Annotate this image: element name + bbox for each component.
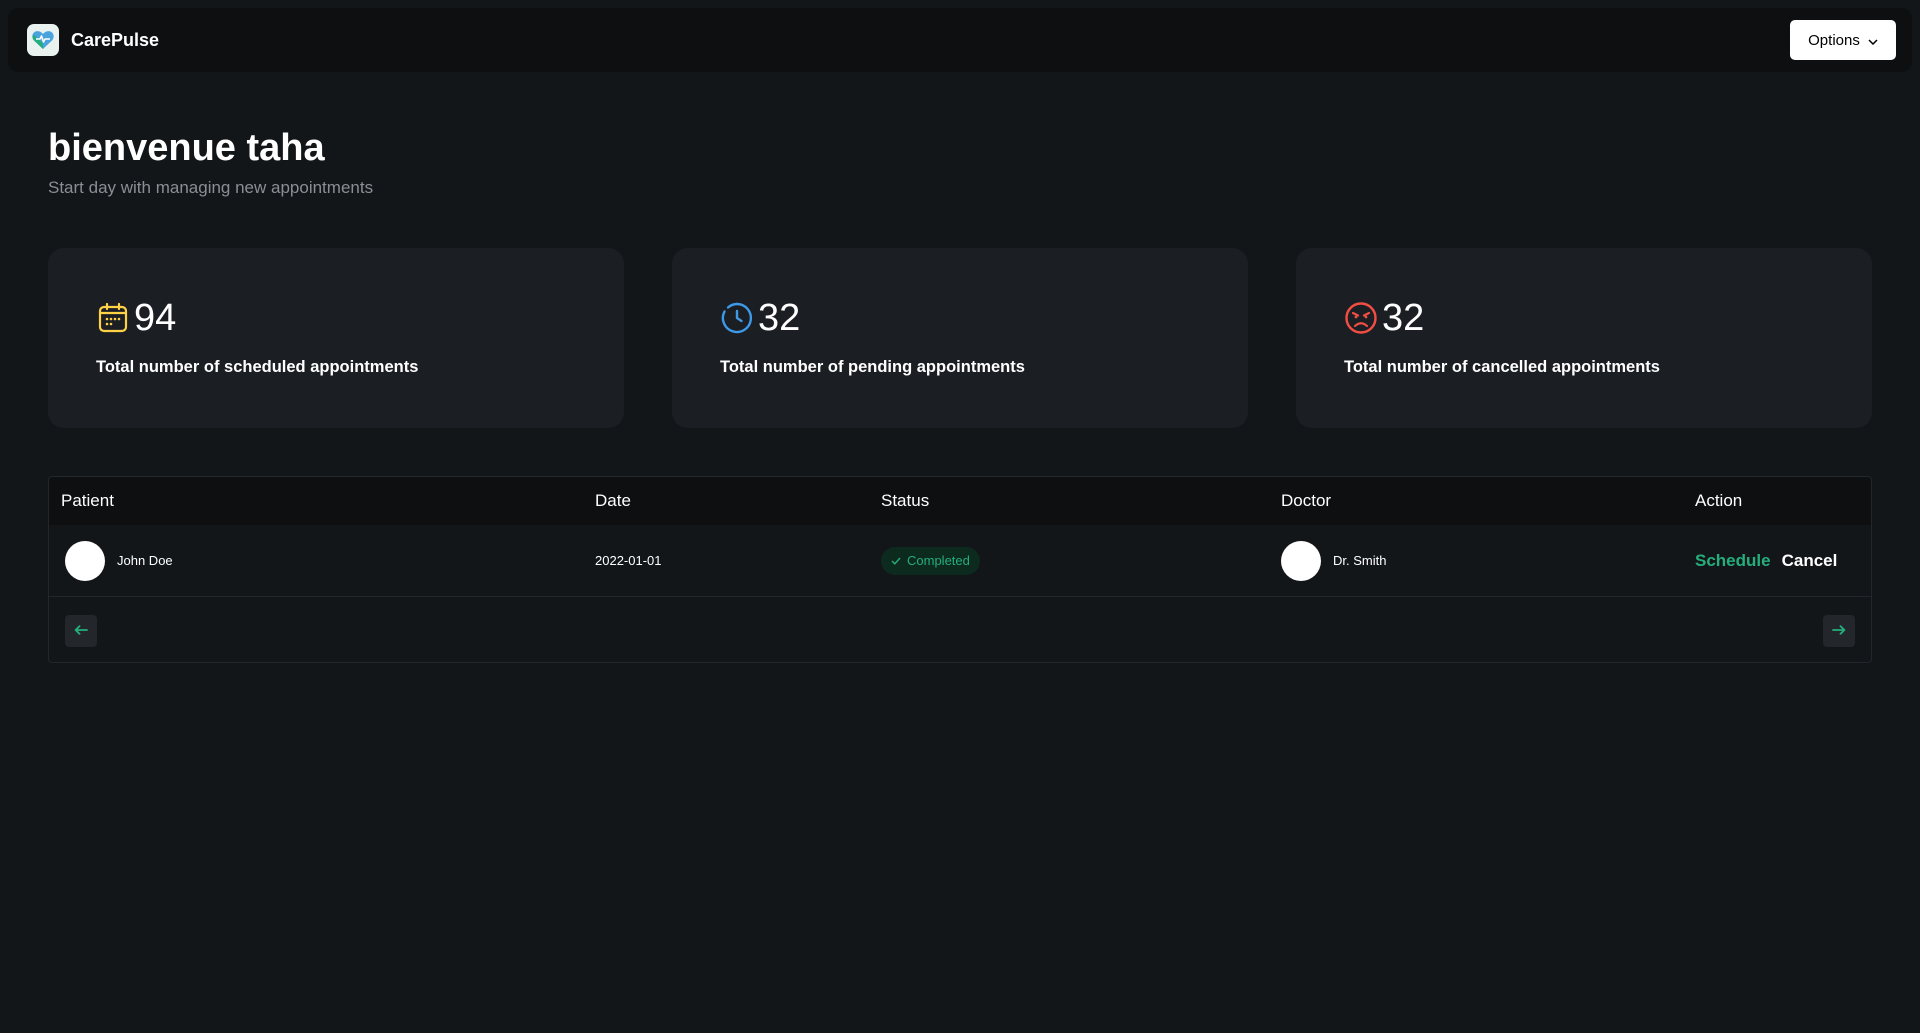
stat-label: Total number of pending appointments [720,358,1025,376]
stat-label: Total number of scheduled appointments [96,358,419,376]
carepulse-logo-icon [27,24,59,56]
options-label: Options [1808,31,1860,49]
stat-card-cancelled: 32 Total number of cancelled appointment… [1296,248,1872,428]
patient-avatar [65,540,105,581]
action-cell: Schedule Cancel [1695,525,1837,596]
stat-card-scheduled: 94 Total number of scheduled appointment… [48,248,624,428]
arrow-left-icon [74,622,88,640]
arrow-right-icon [1832,622,1846,640]
date-cell: 2022-01-01 [595,525,662,596]
table-header: Patient Date Status Doctor Action [49,477,1871,525]
patient-name: John Doe [117,553,173,568]
calendar-icon [96,301,130,335]
status-badge: Completed [881,546,980,575]
next-page-button[interactable] [1823,615,1855,647]
options-button[interactable]: Options [1790,20,1896,60]
status-text: Completed [907,553,970,568]
doctor-name: Dr. Smith [1333,553,1387,568]
column-header-patient: Patient [61,491,114,510]
page-title: bienvenue taha [48,127,325,169]
brand[interactable]: CarePulse [27,22,159,58]
check-icon [891,553,901,568]
chevron-down-icon [1868,32,1878,49]
schedule-button[interactable]: Schedule [1695,551,1771,571]
clock-icon [720,301,754,335]
stat-card-pending: 32 Total number of pending appointments [672,248,1248,428]
stat-count: 32 [758,296,801,339]
cancel-button[interactable]: Cancel [1782,551,1838,571]
doctor-avatar [1281,540,1321,581]
column-header-status: Status [881,491,930,510]
status-cell: Completed [881,525,980,596]
angry-face-icon [1344,301,1378,335]
appointment-date: 2022-01-01 [595,553,662,568]
brand-name: CarePulse [71,29,160,50]
stat-count: 94 [134,296,177,339]
column-header-action: Action [1695,491,1743,510]
appointments-table: Patient Date Status Doctor Action John D… [48,476,1872,663]
page-subtitle: Start day with managing new appointments [48,178,374,197]
patient-cell: John Doe [65,525,173,596]
stat-count: 32 [1382,296,1425,339]
column-header-date: Date [595,491,631,510]
previous-page-button[interactable] [65,615,97,647]
table-row: John Doe 2022-01-01 Completed Dr. Smith … [49,525,1871,597]
column-header-doctor: Doctor [1281,491,1332,510]
top-bar: CarePulse Options [8,8,1912,72]
welcome-section: bienvenue taha Start day with managing n… [48,122,373,198]
doctor-cell: Dr. Smith [1281,525,1386,596]
stat-label: Total number of cancelled appointments [1344,358,1660,376]
